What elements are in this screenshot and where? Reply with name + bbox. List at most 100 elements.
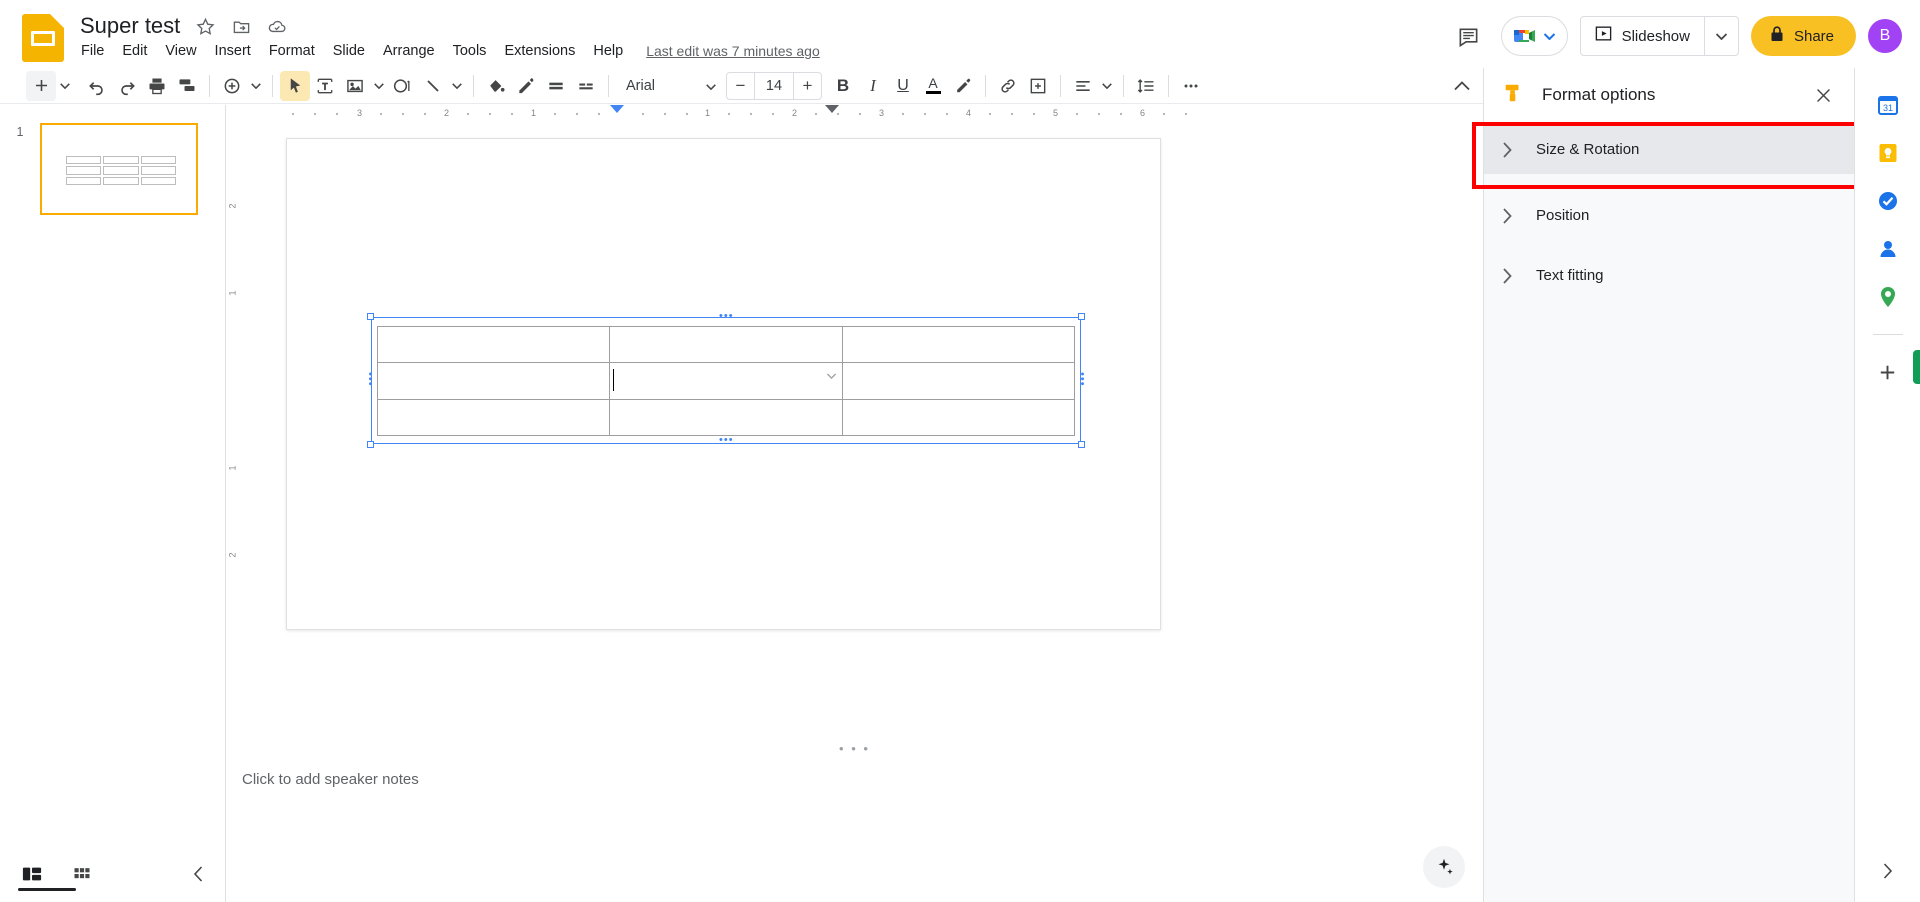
table-cell[interactable] [841,398,1076,437]
speaker-notes-area[interactable]: Click to add speaker notes [226,755,1483,902]
text-color-button[interactable]: A [918,71,948,101]
more-options-button[interactable] [1176,71,1206,101]
format-section-size-rotation[interactable]: Size & Rotation [1484,125,1855,174]
font-size-increase-button[interactable]: + [794,73,821,99]
expand-rail-chevron-right-icon[interactable] [1871,854,1905,888]
table-cell[interactable] [841,362,1076,400]
line-button[interactable] [418,71,448,101]
add-comment-button[interactable] [1023,71,1053,101]
selection-top-handle-dots[interactable]: ••• [719,311,734,322]
slide-thumbnail[interactable] [40,123,198,215]
star-icon[interactable] [194,15,216,37]
menu-item-file[interactable]: File [72,42,113,60]
horizontal-ruler[interactable]: 3 2 1 1 2 3 4 5 6 [252,105,1457,123]
shape-button[interactable] [388,71,418,101]
resize-handle-tl[interactable] [367,313,374,320]
text-box-button[interactable] [310,71,340,101]
new-slide-button[interactable] [26,70,56,101]
slide-canvas[interactable]: ••• ••• ••• ••• [286,138,1161,630]
cell-options-chevron-down-icon[interactable] [825,369,838,382]
collapse-toolbar-button[interactable] [1447,71,1477,101]
font-size-decrease-button[interactable]: − [727,73,754,99]
paint-format-button[interactable] [172,71,202,101]
side-panel-tab-indicator[interactable] [1913,350,1920,384]
add-on-icon[interactable] [1871,355,1905,389]
resize-handle-left[interactable]: ••• [364,372,376,387]
indent-marker-left[interactable] [610,105,624,113]
table-cell[interactable] [376,398,611,437]
close-icon[interactable] [1807,79,1839,111]
font-size-input[interactable]: 14 [754,72,794,99]
menu-item-view[interactable]: View [156,42,205,60]
menu-item-edit[interactable]: Edit [113,42,156,60]
undo-button[interactable] [82,71,112,101]
border-weight-button[interactable] [541,71,571,101]
select-tool-button[interactable] [280,70,310,101]
insert-image-button[interactable] [340,71,370,101]
italic-button[interactable]: I [858,71,888,101]
print-button[interactable] [142,71,172,101]
table-row[interactable] [376,362,1076,400]
slideshow-main[interactable]: Slideshow [1581,17,1704,55]
align-dropdown-icon[interactable] [1098,71,1116,101]
google-calendar-icon[interactable]: 31 [1871,88,1905,122]
line-dropdown-icon[interactable] [448,71,466,101]
menu-item-insert[interactable]: Insert [206,42,260,60]
indent-marker-right[interactable] [825,105,839,113]
explore-icon[interactable] [1423,846,1465,888]
collapse-filmstrip-icon[interactable] [178,854,218,894]
format-section-position[interactable]: Position [1484,191,1855,240]
filmstrip-slide-1[interactable]: 1 [0,123,226,223]
menu-item-extensions[interactable]: Extensions [495,42,584,60]
slide-table[interactable] [376,325,1076,437]
table-cell-active[interactable] [609,362,843,400]
table-cell[interactable] [609,398,843,437]
format-section-text-fitting[interactable]: Text fitting [1484,251,1855,300]
table-cell[interactable] [609,325,843,364]
cloud-saved-icon[interactable] [266,15,288,37]
google-keep-icon[interactable] [1871,136,1905,170]
border-dash-button[interactable] [571,71,601,101]
last-edit-status[interactable]: Last edit was 7 minutes ago [646,43,820,59]
notes-drag-handle[interactable]: • • • [226,741,1483,756]
share-button[interactable]: Share [1750,16,1856,56]
resize-handle-right[interactable]: ••• [1076,372,1088,387]
slideshow-button[interactable]: Slideshow [1579,16,1739,56]
selection-bottom-handle-dots[interactable]: ••• [719,435,734,446]
table-row[interactable] [376,398,1076,437]
highlight-color-button[interactable] [948,71,978,101]
menu-item-help[interactable]: Help [584,42,632,60]
resize-handle-tr[interactable] [1078,313,1085,320]
slideshow-dropdown[interactable] [1703,17,1738,55]
google-contacts-icon[interactable] [1871,232,1905,266]
line-spacing-button[interactable] [1131,71,1161,101]
new-slide-dropdown-icon[interactable] [56,71,74,101]
redo-button[interactable] [112,71,142,101]
menu-item-arrange[interactable]: Arrange [374,42,444,60]
insert-link-button[interactable] [993,71,1023,101]
font-family-selector[interactable]: Arial [616,71,720,101]
page-title[interactable]: Super test [80,12,180,40]
border-color-button[interactable] [511,71,541,101]
table-row[interactable] [376,325,1076,364]
google-meet-button[interactable] [1500,16,1568,56]
table-selection-wrapper[interactable]: ••• ••• ••• ••• [364,311,1088,448]
menu-item-format[interactable]: Format [260,42,324,60]
insert-image-dropdown-icon[interactable] [370,71,388,101]
underline-button[interactable]: U [888,71,918,101]
zoom-dropdown-icon[interactable] [247,71,265,101]
menu-item-tools[interactable]: Tools [444,42,496,60]
vertical-ruler[interactable]: 2 1 1 2 [226,123,244,743]
table-cell[interactable] [841,325,1076,364]
fill-color-button[interactable] [481,71,511,101]
bold-button[interactable]: B [828,71,858,101]
table-cell[interactable] [376,362,611,400]
google-maps-icon[interactable] [1871,280,1905,314]
resize-handle-br[interactable] [1078,441,1085,448]
slides-logo-icon[interactable] [22,14,64,62]
align-button[interactable] [1068,71,1098,101]
google-tasks-icon[interactable] [1871,184,1905,218]
menu-item-slide[interactable]: Slide [324,42,374,60]
move-to-folder-icon[interactable] [230,15,252,37]
comment-history-icon[interactable] [1449,16,1489,56]
